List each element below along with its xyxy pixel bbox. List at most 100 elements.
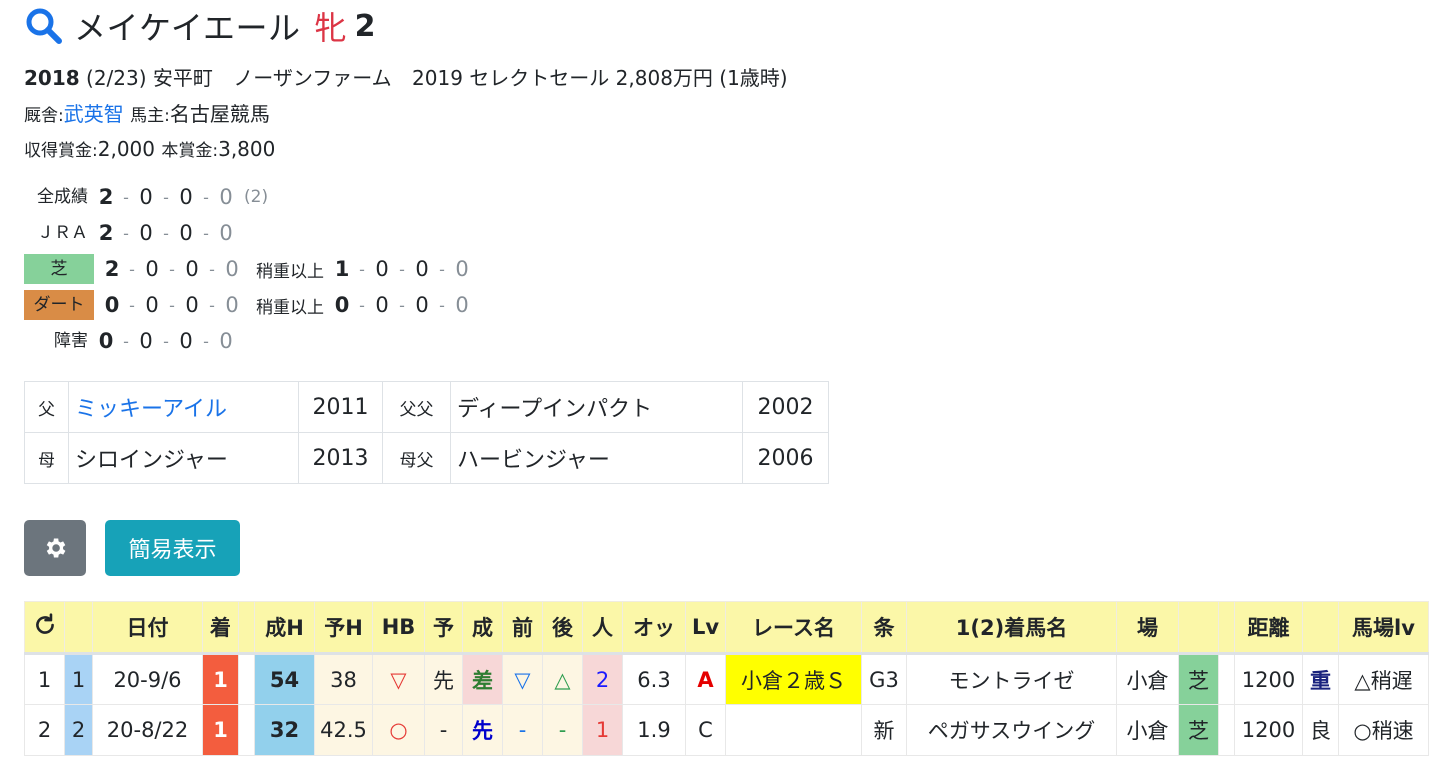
sire-sire-label: 父父	[382, 381, 451, 433]
opponent-horse[interactable]: ペガサスウイング	[906, 704, 1117, 756]
ato-mark: -	[542, 704, 583, 756]
record-hurdle: 障害 0- 0- 0- 0	[24, 324, 238, 358]
breeder: ノーザンファーム	[233, 66, 392, 90]
record-win: 2	[104, 257, 120, 281]
record-second: 0	[139, 221, 153, 245]
col-header-yo[interactable]: 予	[424, 601, 463, 655]
yoh-value: 42.5	[314, 704, 373, 756]
col-header-date[interactable]: 日付	[92, 601, 203, 655]
owner: 名古屋競馬	[169, 102, 270, 126]
record-jra: ＪＲＡ 2- 0- 0- 0	[24, 216, 238, 250]
col-header-seih[interactable]: 成H	[254, 601, 315, 655]
stable-line: 厩舎:武英智 馬主:名古屋競馬	[24, 98, 270, 127]
heavy-third: 0	[415, 293, 429, 317]
settings-button[interactable]	[24, 520, 86, 576]
trainer-link[interactable]: 武英智	[64, 102, 124, 126]
heavy-win: 0	[334, 293, 350, 317]
ato-mark: △	[542, 653, 583, 705]
table-row[interactable]: 2 2 20-8/22 1 32 42.5 ○ - 先 - - 1 1.9 C …	[24, 704, 1429, 756]
earned-label: 収得賞金:	[24, 141, 98, 161]
record-third: 0	[179, 329, 193, 353]
col-header-cond[interactable]: 条	[861, 601, 907, 655]
going: 良	[1302, 704, 1339, 756]
dam-label: 母	[24, 432, 69, 484]
mae-mark: -	[502, 704, 543, 756]
yo-value: 先	[424, 653, 463, 705]
heavy-second: 0	[375, 293, 389, 317]
col-header-sei[interactable]: 成	[462, 601, 503, 655]
race-date: 20-8/22	[92, 704, 203, 756]
heavy-second: 0	[375, 257, 389, 281]
birth-date: (2/23)	[86, 66, 147, 90]
col-header-mae[interactable]: 前	[502, 601, 543, 655]
record-third: 0	[185, 257, 199, 281]
col-header-hb[interactable]: HB	[372, 601, 425, 655]
refresh-cell[interactable]	[24, 601, 65, 655]
race-table-header: 日付 着 成H 予H HB 予 成 前 後 人 オッ Lv レース名 条 1(2…	[24, 601, 1429, 655]
main-prize-label: 本賞金:	[161, 141, 219, 161]
col-header[interactable]	[64, 601, 93, 655]
mae-mark: ▽	[502, 653, 543, 705]
record-extra: (2)	[244, 187, 269, 207]
sire-link[interactable]: ミッキーアイル	[68, 381, 299, 433]
sei-value: 先	[462, 704, 503, 756]
col-header[interactable]	[1178, 601, 1219, 655]
yoh-value: 38	[314, 653, 373, 705]
record-second: 0	[139, 329, 153, 353]
col-header-finish[interactable]: 着	[202, 601, 239, 655]
col-header[interactable]	[1218, 601, 1235, 655]
refresh-icon[interactable]	[32, 612, 58, 638]
record-second: 0	[139, 185, 153, 209]
dam: シロインジャー	[68, 432, 299, 484]
surface: 芝	[1178, 653, 1219, 705]
col-header-pop[interactable]: 人	[582, 601, 623, 655]
main-prize-value: 3,800	[218, 137, 276, 161]
col-header-race[interactable]: レース名	[725, 601, 862, 655]
distance: 1200	[1234, 653, 1303, 705]
pedigree-row-dam: 母 シロインジャー 2013 母父 ハービンジャー 2006	[24, 432, 829, 484]
table-row[interactable]: 1 1 20-9/6 1 54 38 ▽ 先 差 ▽ △ 2 6.3 A 小倉２…	[24, 653, 1429, 705]
dam-sire-label: 母父	[382, 432, 451, 484]
birth-year: 2018	[24, 66, 80, 90]
heavy-third: 0	[415, 257, 429, 281]
col-header[interactable]	[238, 601, 255, 655]
col-header-lv[interactable]: Lv	[685, 601, 726, 655]
record-other: 0	[219, 221, 233, 245]
hb-mark: ▽	[372, 653, 425, 705]
opponent-horse[interactable]: モントライゼ	[906, 653, 1117, 705]
spacer-cell	[238, 653, 255, 705]
col-header-ato[interactable]: 後	[542, 601, 583, 655]
spacer-cell	[238, 704, 255, 756]
prize-line: 収得賞金:2,000 本賞金:3,800	[24, 136, 275, 161]
sire-label: 父	[24, 381, 69, 433]
record-second: 0	[145, 293, 159, 317]
row-index: 1	[64, 653, 93, 705]
race-name[interactable]	[725, 704, 862, 756]
record-win: 2	[98, 185, 114, 209]
col-header-going-lv[interactable]: 馬場lv	[1338, 601, 1429, 655]
heavy-other: 0	[455, 257, 469, 281]
race-class: G3	[861, 653, 907, 705]
search-icon[interactable]	[24, 6, 64, 46]
col-header[interactable]	[1302, 601, 1339, 655]
col-header-odds[interactable]: オッ	[622, 601, 686, 655]
row-number: 2	[24, 704, 65, 756]
col-header-dist[interactable]: 距離	[1234, 601, 1303, 655]
record-other: 0	[219, 329, 233, 353]
surface: 芝	[1178, 704, 1219, 756]
col-header-track[interactable]: 場	[1116, 601, 1179, 655]
horse-age: 2	[354, 8, 376, 44]
col-header-yoh[interactable]: 予H	[314, 601, 373, 655]
record-third: 0	[179, 221, 193, 245]
dam-sire: ハービンジャー	[450, 432, 743, 484]
record-turf: 芝 2- 0- 0- 0 稍重以上 1- 0- 0- 0	[24, 252, 474, 286]
race-class: 新	[861, 704, 907, 756]
col-header-horse[interactable]: 1(2)着馬名	[906, 601, 1117, 655]
race-date: 20-9/6	[92, 653, 203, 705]
earned-value: 2,000	[97, 137, 155, 161]
race-name[interactable]: 小倉２歳Ｓ	[725, 653, 862, 705]
record-label: 障害	[54, 331, 88, 351]
seih-value: 32	[254, 704, 315, 756]
simple-view-button[interactable]: 簡易表示	[105, 520, 240, 576]
heavy-label: 稍重以上	[256, 297, 324, 318]
